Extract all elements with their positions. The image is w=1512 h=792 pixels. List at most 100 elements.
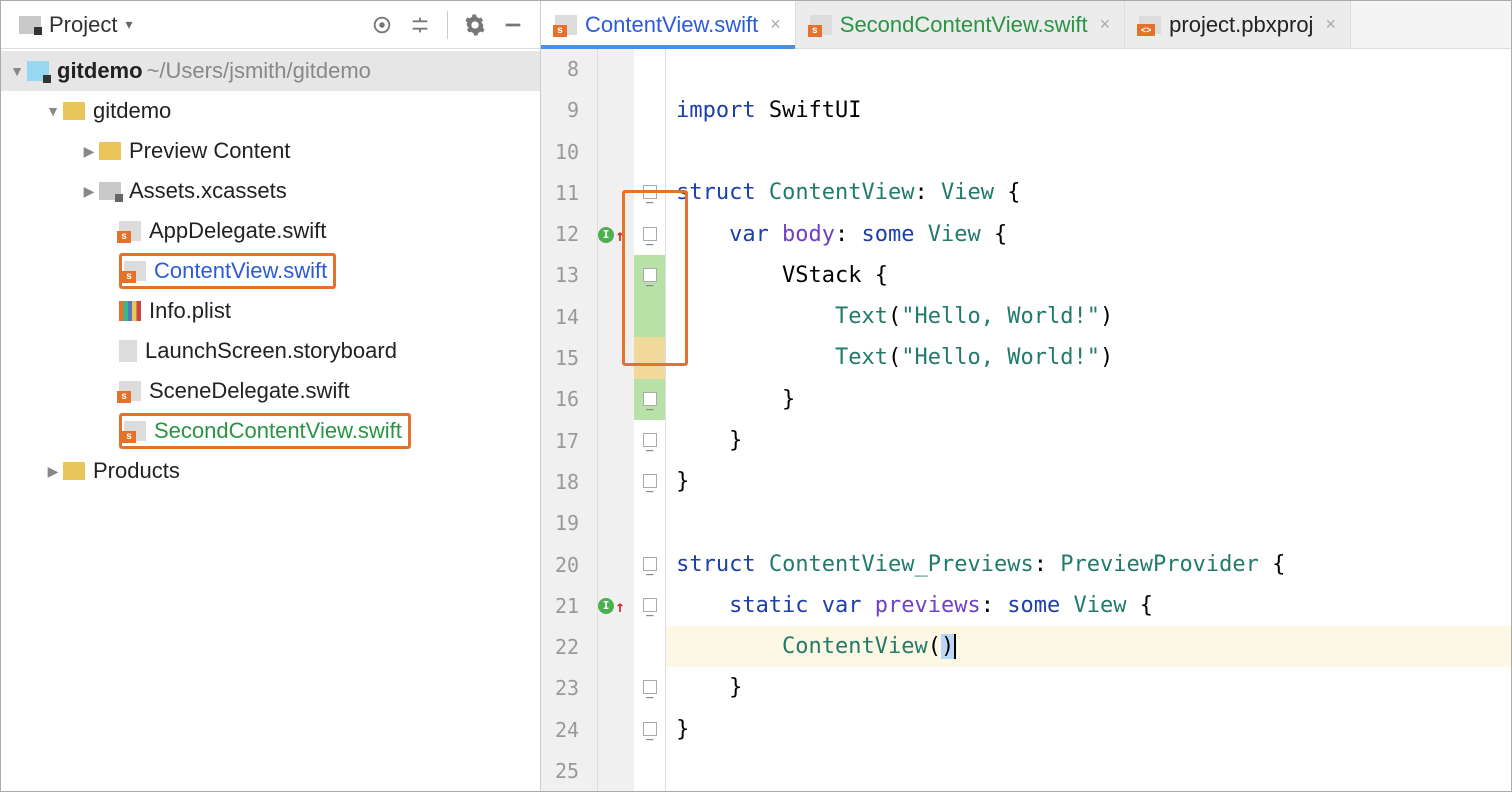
tab-label: SecondContentView.swift (840, 12, 1088, 38)
inspection-marker[interactable]: ↑ (598, 214, 634, 255)
annotation-highlight: SecondContentView.swift (119, 413, 411, 449)
xcassets-folder-icon (99, 182, 121, 200)
line-number: 11 (555, 173, 579, 214)
line-number: 21 (555, 586, 579, 627)
line-number: 22 (555, 627, 579, 668)
line-number: 20 (555, 545, 579, 586)
line-number: 17 (555, 421, 579, 462)
fold-icon[interactable] (643, 557, 657, 571)
tree-folder-assets[interactable]: ▶ Assets.xcassets (1, 171, 540, 211)
line-number: 23 (555, 668, 579, 709)
line-number: 16 (555, 379, 579, 420)
settings-button[interactable] (458, 8, 492, 42)
fold-icon[interactable] (643, 433, 657, 447)
fold-icon[interactable] (643, 680, 657, 694)
tree-folder-preview[interactable]: ▶ Preview Content (1, 131, 540, 171)
chevron-down-icon: ▾ (125, 16, 132, 33)
line-number: 18 (555, 462, 579, 503)
fold-icon[interactable] (643, 185, 657, 199)
chevron-down-icon[interactable]: ▼ (7, 63, 27, 79)
tab-pbxproj[interactable]: project.pbxproj × (1125, 1, 1351, 48)
chevron-down-icon[interactable]: ▼ (43, 103, 63, 119)
plist-file-icon (119, 301, 141, 321)
project-icon (27, 61, 49, 81)
editor-tabs: ContentView.swift × SecondContentView.sw… (541, 1, 1511, 49)
line-number: 8 (555, 49, 579, 90)
tab-label: project.pbxproj (1169, 12, 1313, 38)
file-label-modified: ContentView.swift (154, 258, 327, 284)
marker-gutter: ↑ ↑ (598, 49, 634, 791)
line-number: 25 (555, 751, 579, 791)
tree-folder-products[interactable]: ▶ Products (1, 451, 540, 491)
line-number-gutter: 8 9 10 11 12 13 14 15 16 17 18 19 20 21 … (541, 49, 598, 791)
swift-file-icon (124, 421, 146, 441)
hide-panel-button[interactable] (496, 8, 530, 42)
code-editor[interactable]: 8 9 10 11 12 13 14 15 16 17 18 19 20 21 … (541, 49, 1511, 791)
line-number: 9 (555, 90, 579, 131)
close-icon[interactable]: × (770, 14, 781, 35)
cursor: ) (941, 634, 956, 659)
project-path: ~/Users/jsmith/gitdemo (147, 58, 371, 84)
tab-label: ContentView.swift (585, 12, 758, 38)
line-number: 19 (555, 503, 579, 544)
line-number: 15 (555, 338, 579, 379)
chevron-right-icon[interactable]: ▶ (79, 183, 99, 200)
file-label: Info.plist (149, 298, 231, 324)
tree-folder-gitdemo[interactable]: ▼ gitdemo (1, 91, 540, 131)
swift-file-icon (810, 15, 832, 35)
tab-contentview[interactable]: ContentView.swift × (541, 1, 796, 48)
folder-icon (99, 142, 121, 160)
vcs-added-marker[interactable] (634, 379, 665, 420)
fold-icon[interactable] (643, 392, 657, 406)
line-number: 12 (555, 214, 579, 255)
xml-file-icon (1139, 16, 1161, 34)
project-sidebar: Project ▾ ▼ gitdemo ~/Users/jsmith/gitde… (1, 1, 541, 791)
project-tree: ▼ gitdemo ~/Users/jsmith/gitdemo ▼ gitde… (1, 49, 540, 791)
fold-icon[interactable] (643, 598, 657, 612)
folder-icon (63, 102, 85, 120)
tab-secondcontentview[interactable]: SecondContentView.swift × (796, 1, 1125, 48)
project-folder-icon (19, 16, 41, 34)
swift-file-icon (124, 261, 146, 281)
file-label: SceneDelegate.swift (149, 378, 350, 404)
line-number: 14 (555, 297, 579, 338)
chevron-right-icon[interactable]: ▶ (43, 463, 63, 480)
line-number: 24 (555, 710, 579, 751)
swift-file-icon (119, 381, 141, 401)
collapse-all-button[interactable] (403, 8, 437, 42)
folder-label: gitdemo (93, 98, 171, 124)
sidebar-toolbar: Project ▾ (1, 1, 540, 49)
cursor-line[interactable]: ContentView() (666, 626, 1511, 667)
tree-root[interactable]: ▼ gitdemo ~/Users/jsmith/gitdemo (1, 51, 540, 91)
vcs-modified-marker[interactable] (634, 337, 665, 378)
tree-file-appdelegate[interactable]: ▶ AppDelegate.swift (1, 211, 540, 251)
storyboard-file-icon (119, 340, 137, 362)
folder-label: Assets.xcassets (129, 178, 287, 204)
project-name: gitdemo (57, 58, 143, 84)
line-number: 10 (555, 132, 579, 173)
chevron-right-icon[interactable]: ▶ (79, 143, 99, 160)
tree-file-scenedelegate[interactable]: ▶ SceneDelegate.swift (1, 371, 540, 411)
project-view-dropdown[interactable]: Project ▾ (11, 8, 141, 42)
tree-file-contentview[interactable]: ▶ ContentView.swift (1, 251, 540, 291)
project-label: Project (49, 12, 117, 38)
line-number: 13 (555, 255, 579, 296)
locate-target-button[interactable] (365, 8, 399, 42)
code-content[interactable]: import SwiftUI struct ContentView: View … (666, 49, 1511, 791)
tree-file-launchscreen[interactable]: ▶ LaunchScreen.storyboard (1, 331, 540, 371)
swift-file-icon (119, 221, 141, 241)
fold-icon[interactable] (643, 474, 657, 488)
close-icon[interactable]: × (1325, 14, 1336, 35)
vcs-change-gutter (634, 49, 666, 791)
tree-file-secondcontentview[interactable]: ▶ SecondContentView.swift (1, 411, 540, 451)
folder-label: Preview Content (129, 138, 290, 164)
tree-file-infoplist[interactable]: ▶ Info.plist (1, 291, 540, 331)
folder-icon (63, 462, 85, 480)
fold-icon[interactable] (643, 268, 657, 282)
file-label-added: SecondContentView.swift (154, 418, 402, 444)
folder-label: Products (93, 458, 180, 484)
fold-icon[interactable] (643, 722, 657, 736)
fold-icon[interactable] (643, 227, 657, 241)
close-icon[interactable]: × (1100, 14, 1111, 35)
inspection-marker[interactable]: ↑ (598, 585, 634, 626)
